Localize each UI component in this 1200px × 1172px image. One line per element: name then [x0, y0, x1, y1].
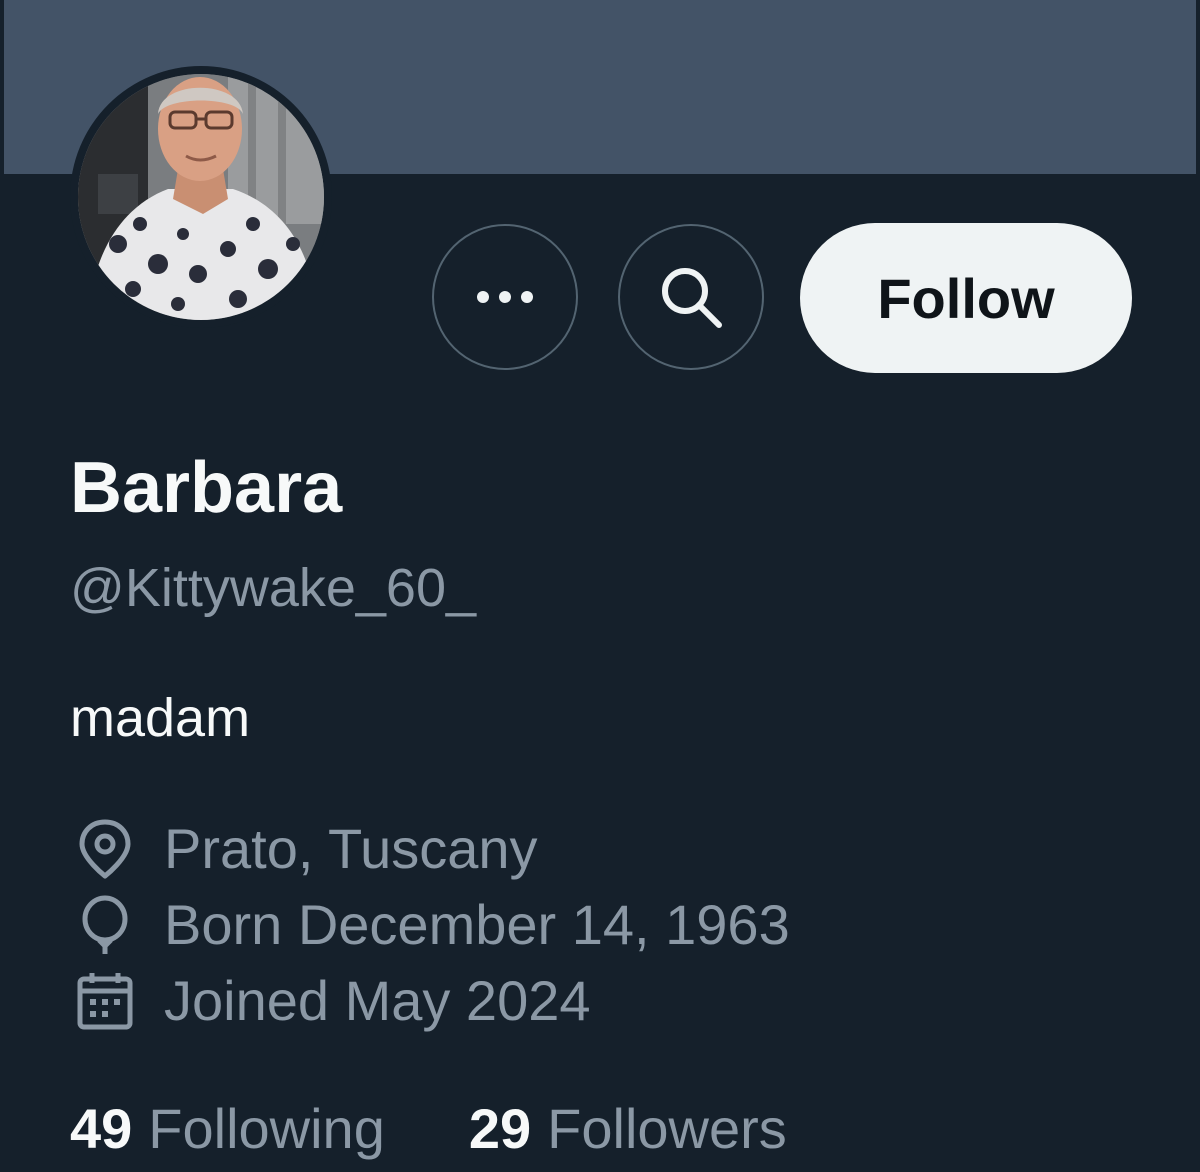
joined-text: Joined May 2024 — [164, 969, 591, 1032]
joined-row: Joined May 2024 — [74, 966, 591, 1036]
follow-stats: 49 Following 29 Followers — [70, 1096, 787, 1162]
location-text: Prato, Tuscany — [164, 817, 538, 880]
followers-count: 29 — [468, 1097, 532, 1160]
avatar-photo — [78, 74, 324, 320]
avatar[interactable] — [70, 66, 332, 328]
user-bio: madam — [70, 688, 251, 748]
followers-label: Followers — [547, 1097, 787, 1160]
user-handle: @Kittywake_60_ — [70, 558, 477, 618]
birthday-text: Born December 14, 1963 — [164, 893, 790, 956]
following-count: 49 — [70, 1097, 133, 1160]
follow-button-label: Follow — [877, 266, 1055, 330]
following-label: Following — [148, 1097, 385, 1160]
location-pin-icon — [74, 818, 136, 880]
search-profile-button[interactable] — [618, 224, 764, 370]
following-link[interactable]: 49 Following — [70, 1096, 385, 1162]
balloon-icon — [74, 894, 136, 956]
location-row: Prato, Tuscany — [74, 814, 538, 884]
calendar-icon — [74, 970, 136, 1032]
search-icon — [655, 261, 727, 333]
more-dots-icon — [473, 287, 537, 307]
more-options-button[interactable] — [432, 224, 578, 370]
profile-page: Follow Barbara @Kittywake_60_ madam Prat… — [0, 0, 1200, 1172]
birthday-row: Born December 14, 1963 — [74, 890, 790, 960]
follow-button[interactable]: Follow — [800, 223, 1132, 373]
followers-link[interactable]: 29 Followers — [469, 1096, 787, 1162]
display-name: Barbara — [70, 448, 343, 528]
